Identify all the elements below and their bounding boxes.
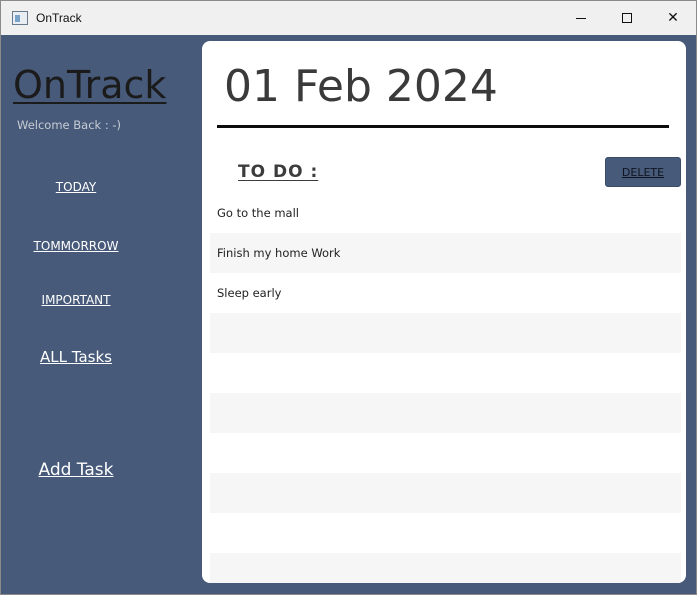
nav-tomorrow-link[interactable]: TOMMORROW bbox=[34, 239, 119, 253]
app-icon bbox=[12, 11, 28, 25]
title-bar[interactable]: OnTrack ✕ bbox=[1, 1, 696, 35]
task-row[interactable]: Sleep early bbox=[210, 273, 681, 313]
date-heading: 01 Feb 2024 bbox=[224, 61, 498, 112]
task-row[interactable] bbox=[210, 313, 681, 353]
welcome-text: Welcome Back : -) bbox=[17, 118, 121, 132]
app-window: OnTrack ✕ OnTrack Welcome Back : -) TODA… bbox=[0, 0, 697, 595]
task-row[interactable] bbox=[210, 473, 681, 513]
date-divider bbox=[217, 125, 669, 128]
minimize-button[interactable] bbox=[558, 1, 604, 35]
task-row[interactable] bbox=[210, 513, 681, 553]
task-row[interactable]: Finish my home Work bbox=[210, 233, 681, 273]
task-row[interactable] bbox=[210, 553, 681, 583]
task-row[interactable] bbox=[210, 393, 681, 433]
window-controls: ✕ bbox=[558, 1, 696, 35]
sidebar: OnTrack Welcome Back : -) TODAY TOMMORRO… bbox=[5, 35, 201, 586]
close-button[interactable]: ✕ bbox=[650, 1, 696, 35]
add-task-link[interactable]: Add Task bbox=[38, 460, 113, 480]
nav-today-link[interactable]: TODAY bbox=[56, 180, 96, 194]
nav-all-tasks-link[interactable]: ALL Tasks bbox=[40, 348, 112, 366]
close-icon: ✕ bbox=[667, 10, 679, 26]
task-row[interactable] bbox=[210, 433, 681, 473]
minimize-icon bbox=[576, 17, 586, 19]
task-row[interactable] bbox=[210, 353, 681, 393]
window-title: OnTrack bbox=[36, 11, 82, 25]
main-panel: 01 Feb 2024 TO DO : DELETE Go to the mal… bbox=[202, 41, 686, 583]
task-row[interactable]: Go to the mall bbox=[210, 193, 681, 233]
task-list: Go to the mall Finish my home Work Sleep… bbox=[210, 193, 681, 583]
todo-heading: TO DO : bbox=[238, 162, 319, 182]
delete-button[interactable]: DELETE bbox=[605, 157, 681, 187]
maximize-icon bbox=[622, 13, 632, 23]
brand-title: OnTrack bbox=[13, 63, 167, 107]
nav-important-link[interactable]: IMPORTANT bbox=[42, 293, 111, 307]
maximize-button[interactable] bbox=[604, 1, 650, 35]
